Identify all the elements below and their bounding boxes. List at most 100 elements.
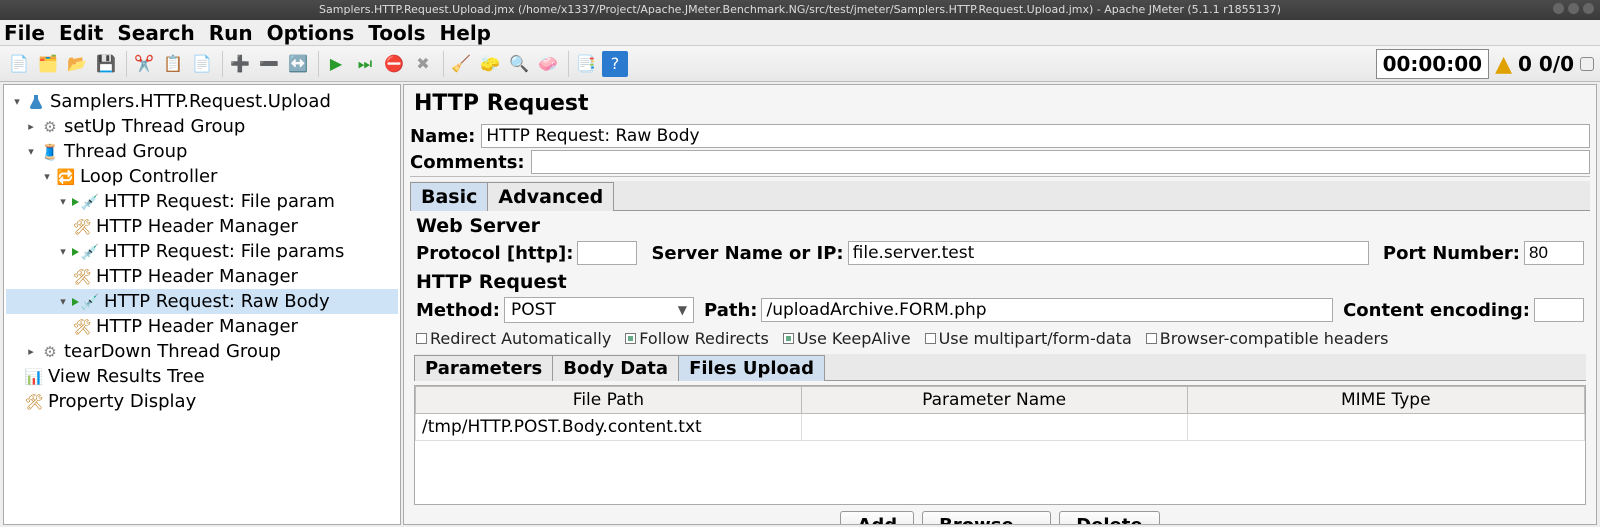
- checkbox-icon: [783, 333, 794, 344]
- toolbar-separator: [126, 51, 127, 77]
- save-icon[interactable]: 💾: [93, 51, 119, 77]
- method-combo[interactable]: POST ▼: [504, 297, 694, 323]
- tree-setup-thread-group[interactable]: ▸ ⚙ setUp Thread Group: [6, 114, 398, 139]
- port-label: Port Number:: [1383, 243, 1520, 264]
- run-icon[interactable]: ▶: [323, 51, 349, 77]
- tree-toggle-icon[interactable]: ▾: [56, 295, 70, 308]
- table-row[interactable]: /tmp/HTTP.POST.Body.content.txt: [416, 414, 1585, 441]
- clear-all-icon[interactable]: 🧽: [477, 51, 503, 77]
- run-noTimers-icon[interactable]: ⏭: [352, 51, 378, 77]
- tree-teardown-thread-group[interactable]: ▸ ⚙ tearDown Thread Group: [6, 339, 398, 364]
- close-icon[interactable]: [1583, 3, 1594, 14]
- expand-icon[interactable]: ↔️: [285, 51, 311, 77]
- open-icon[interactable]: 📂: [64, 51, 90, 77]
- encoding-input[interactable]: [1534, 298, 1584, 322]
- test-plan-tree[interactable]: ▾ Samplers.HTTP.Request.Upload ▸ ⚙ setUp…: [3, 84, 401, 525]
- files-table[interactable]: File Path Parameter Name MIME Type /tmp/…: [414, 385, 1586, 505]
- thread-group-icon: 🧵: [40, 142, 60, 162]
- tree-label: HTTP Request: File param: [104, 191, 335, 212]
- tree-label: HTTP Request: Raw Body: [104, 291, 330, 312]
- remove-icon[interactable]: ➖: [256, 51, 282, 77]
- check-browser-compatible[interactable]: Browser-compatible headers: [1146, 329, 1389, 348]
- delete-button[interactable]: Delete: [1059, 511, 1159, 525]
- window-controls: [1553, 3, 1594, 14]
- col-mime-type[interactable]: MIME Type: [1187, 387, 1584, 414]
- menu-tools[interactable]: Tools: [368, 21, 425, 45]
- menu-edit[interactable]: Edit: [59, 21, 103, 45]
- table-header-row: File Path Parameter Name MIME Type: [416, 387, 1585, 414]
- reset-search-icon[interactable]: 🧼: [535, 51, 561, 77]
- web-server-title: Web Server: [410, 211, 1590, 239]
- tree-header-manager-3[interactable]: 🛠 HTTP Header Manager: [6, 314, 398, 339]
- port-input[interactable]: [1524, 241, 1584, 265]
- shutdown-icon[interactable]: ✖: [410, 51, 436, 77]
- tree-http-request-2[interactable]: ▾ 💉 HTTP Request: File params: [6, 239, 398, 264]
- tree-view-results-tree[interactable]: 📊 View Results Tree: [6, 364, 398, 389]
- name-input[interactable]: [481, 124, 1590, 148]
- tree-header-manager-1[interactable]: 🛠 HTTP Header Manager: [6, 214, 398, 239]
- stop-icon[interactable]: ⛔: [381, 51, 407, 77]
- protocol-input[interactable]: [577, 241, 637, 265]
- menu-help[interactable]: Help: [440, 21, 491, 45]
- tree-loop-controller[interactable]: ▾ 🔁 Loop Controller: [6, 164, 398, 189]
- maximize-icon[interactable]: [1568, 3, 1579, 14]
- tree-toggle-icon[interactable]: ▾: [24, 145, 38, 158]
- check-use-multipart[interactable]: Use multipart/form-data: [925, 329, 1132, 348]
- minimize-icon[interactable]: [1553, 3, 1564, 14]
- comments-input[interactable]: [531, 150, 1590, 174]
- paste-icon[interactable]: 📄: [189, 51, 215, 77]
- cell-filepath[interactable]: /tmp/HTTP.POST.Body.content.txt: [416, 414, 802, 441]
- new-icon[interactable]: 📄: [6, 51, 32, 77]
- check-redirect-automatically[interactable]: Redirect Automatically: [416, 329, 611, 348]
- tab-body-data[interactable]: Body Data: [552, 355, 679, 381]
- tree-http-request-3[interactable]: ▾ 💉 HTTP Request: Raw Body: [6, 289, 398, 314]
- tree-http-request-1[interactable]: ▾ 💉 HTTP Request: File param: [6, 189, 398, 214]
- warning-icon[interactable]: ▲: [1495, 52, 1512, 77]
- tab-advanced[interactable]: Advanced: [487, 182, 614, 211]
- server-input[interactable]: [848, 241, 1369, 265]
- tab-basic[interactable]: Basic: [410, 182, 488, 211]
- tree-label: Property Display: [48, 391, 196, 412]
- browse-button[interactable]: Browse...: [922, 511, 1051, 525]
- toolbar-separator: [318, 51, 319, 77]
- window-titlebar: Samplers.HTTP.Request.Upload.jmx (/home/…: [0, 0, 1600, 20]
- add-icon[interactable]: ➕: [227, 51, 253, 77]
- col-filepath[interactable]: File Path: [416, 387, 802, 414]
- function-helper-icon[interactable]: 📑: [573, 51, 599, 77]
- check-use-keepalive[interactable]: Use KeepAlive: [783, 329, 911, 348]
- add-button[interactable]: Add: [840, 511, 914, 525]
- tree-toggle-icon[interactable]: ▾: [40, 170, 54, 183]
- tree-label: HTTP Header Manager: [96, 316, 298, 337]
- table-empty-area: [415, 441, 1585, 504]
- find-icon[interactable]: 🔍: [506, 51, 532, 77]
- tree-toggle-icon[interactable]: ▾: [56, 245, 70, 258]
- copy-icon[interactable]: 📋: [160, 51, 186, 77]
- http-request-title: HTTP Request: [410, 267, 1590, 295]
- clear-icon[interactable]: 🧹: [448, 51, 474, 77]
- tree-label: Samplers.HTTP.Request.Upload: [50, 91, 331, 112]
- tab-parameters[interactable]: Parameters: [414, 355, 553, 381]
- help-icon[interactable]: ?: [602, 51, 628, 77]
- tree-header-manager-2[interactable]: 🛠 HTTP Header Manager: [6, 264, 398, 289]
- cut-icon[interactable]: ✂️: [131, 51, 157, 77]
- tree-property-display[interactable]: 🛠 Property Display: [6, 389, 398, 414]
- menu-file[interactable]: File: [4, 21, 45, 45]
- menu-run[interactable]: Run: [209, 21, 253, 45]
- tree-test-plan[interactable]: ▾ Samplers.HTTP.Request.Upload: [6, 89, 398, 114]
- tree-toggle-icon[interactable]: ▾: [56, 195, 70, 208]
- col-parameter-name[interactable]: Parameter Name: [801, 387, 1187, 414]
- wrench-icon: 🛠: [72, 267, 92, 287]
- cell-mime-type[interactable]: [1187, 414, 1584, 441]
- path-input[interactable]: [761, 298, 1333, 322]
- tree-toggle-icon[interactable]: ▾: [10, 95, 24, 108]
- check-follow-redirects[interactable]: Follow Redirects: [625, 329, 769, 348]
- tab-files-upload[interactable]: Files Upload: [678, 355, 825, 381]
- tree-toggle-icon[interactable]: ▸: [24, 345, 38, 358]
- tree-label: HTTP Header Manager: [96, 266, 298, 287]
- templates-icon[interactable]: 🗂️: [35, 51, 61, 77]
- cell-parameter-name[interactable]: [801, 414, 1187, 441]
- tree-toggle-icon[interactable]: ▸: [24, 120, 38, 133]
- tree-thread-group[interactable]: ▾ 🧵 Thread Group: [6, 139, 398, 164]
- menu-options[interactable]: Options: [267, 21, 355, 45]
- menu-search[interactable]: Search: [117, 21, 194, 45]
